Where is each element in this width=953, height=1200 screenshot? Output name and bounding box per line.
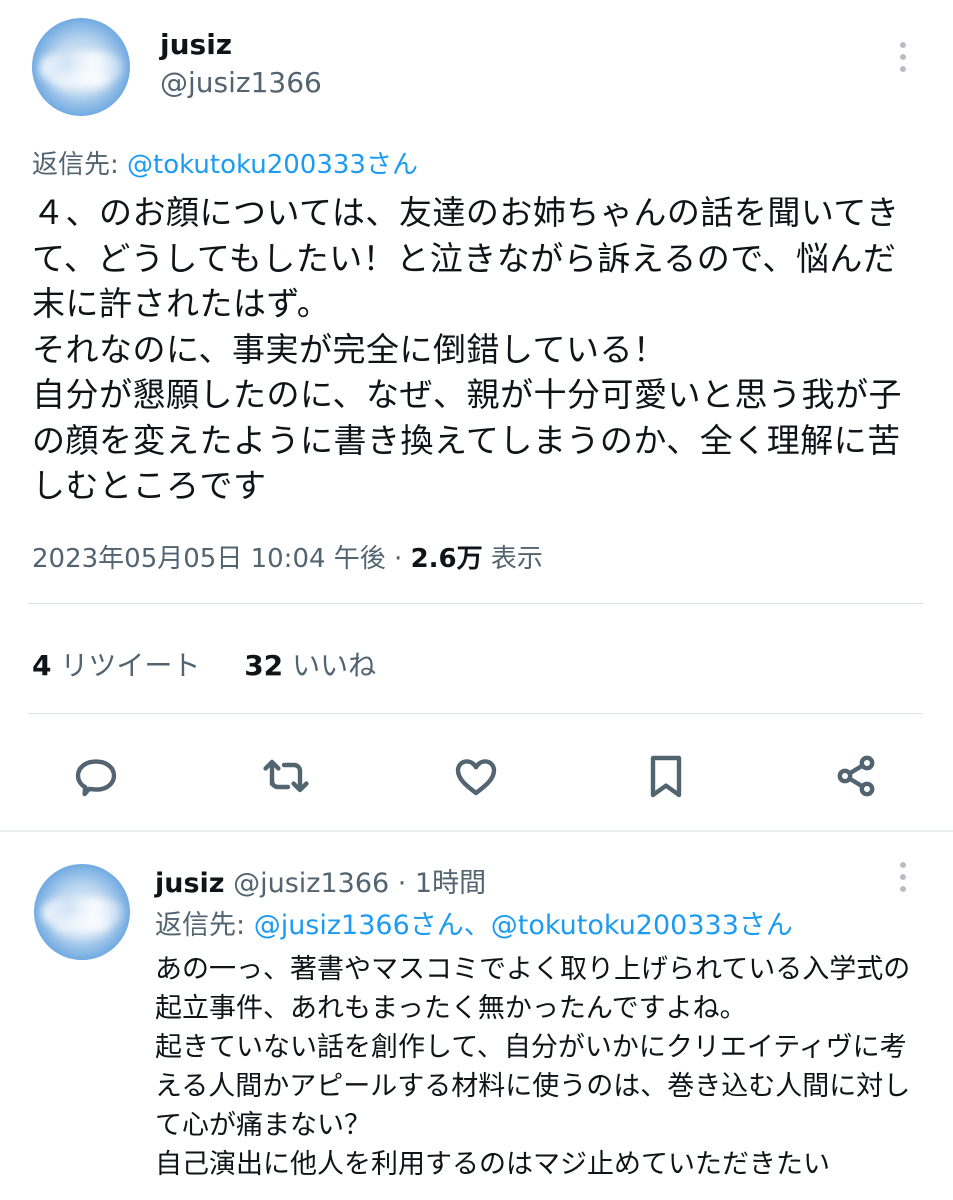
divider xyxy=(28,603,923,604)
reply-to-link[interactable]: @jusiz1366さん、@tokutoku200333さん xyxy=(254,910,793,941)
reply-to-prefix: 返信先: xyxy=(155,910,254,941)
more-options-icon[interactable] xyxy=(898,862,908,892)
retweets-stat[interactable]: 4 リツイート xyxy=(32,649,200,682)
retweets-count: 4 xyxy=(32,649,52,682)
section-divider xyxy=(0,830,953,832)
likes-count: 32 xyxy=(244,649,284,682)
avatar[interactable] xyxy=(32,18,130,116)
views-count: 2.6万 xyxy=(410,544,483,574)
retweets-label: リツイート xyxy=(51,649,201,682)
bookmark-icon xyxy=(650,755,682,798)
like-icon xyxy=(455,759,497,796)
tweet-text: あの一っ、著書やマスコミでよく取り上げられている入学式の起立事件、あれもまったく… xyxy=(155,954,911,1180)
display-name[interactable]: jusiz xyxy=(160,28,232,61)
more-options-icon[interactable] xyxy=(898,42,908,72)
relative-time[interactable]: · 1時間 xyxy=(389,868,486,899)
timestamp[interactable]: 2023年05月05日 10:04 午後 xyxy=(32,544,386,574)
tweet-text: ４、のお顔については、友達のお姉ちゃんの話を聞いてきて、どうしてもしたい！と泣き… xyxy=(32,193,903,505)
user-handle[interactable]: @jusiz1366 xyxy=(160,66,322,99)
avatar[interactable] xyxy=(34,864,130,960)
retweet-button[interactable] xyxy=(260,750,312,802)
reply-button[interactable] xyxy=(70,750,122,802)
engagement-stats: 4 リツイート 32 いいね xyxy=(32,644,376,684)
reply-to-link[interactable]: @tokutoku200333さん xyxy=(127,150,418,180)
share-icon xyxy=(837,755,875,797)
meta-separator: · xyxy=(385,544,411,574)
reply-icon xyxy=(75,759,117,797)
reply-to-line: 返信先: @jusiz1366さん、@tokutoku200333さん xyxy=(155,903,793,942)
views-label: 表示 xyxy=(482,544,543,574)
likes-stat[interactable]: 32 いいね xyxy=(244,649,376,682)
like-button[interactable] xyxy=(450,750,502,802)
user-handle[interactable]: @jusiz1366 xyxy=(225,868,389,899)
share-button[interactable] xyxy=(830,750,882,802)
reply-to-line: 返信先: @tokutoku200333さん xyxy=(32,144,418,181)
retweet-icon xyxy=(263,759,309,793)
divider xyxy=(28,713,923,714)
tweet-meta: 2023年05月05日 10:04 午後 · 2.6万 表示 xyxy=(32,538,543,575)
bookmark-button[interactable] xyxy=(640,750,692,802)
display-name[interactable]: jusiz xyxy=(155,868,225,899)
reply-to-prefix: 返信先: xyxy=(32,150,128,180)
reply-header: jusiz @jusiz1366 · 1時間 xyxy=(155,861,486,900)
likes-label: いいね xyxy=(283,649,377,682)
